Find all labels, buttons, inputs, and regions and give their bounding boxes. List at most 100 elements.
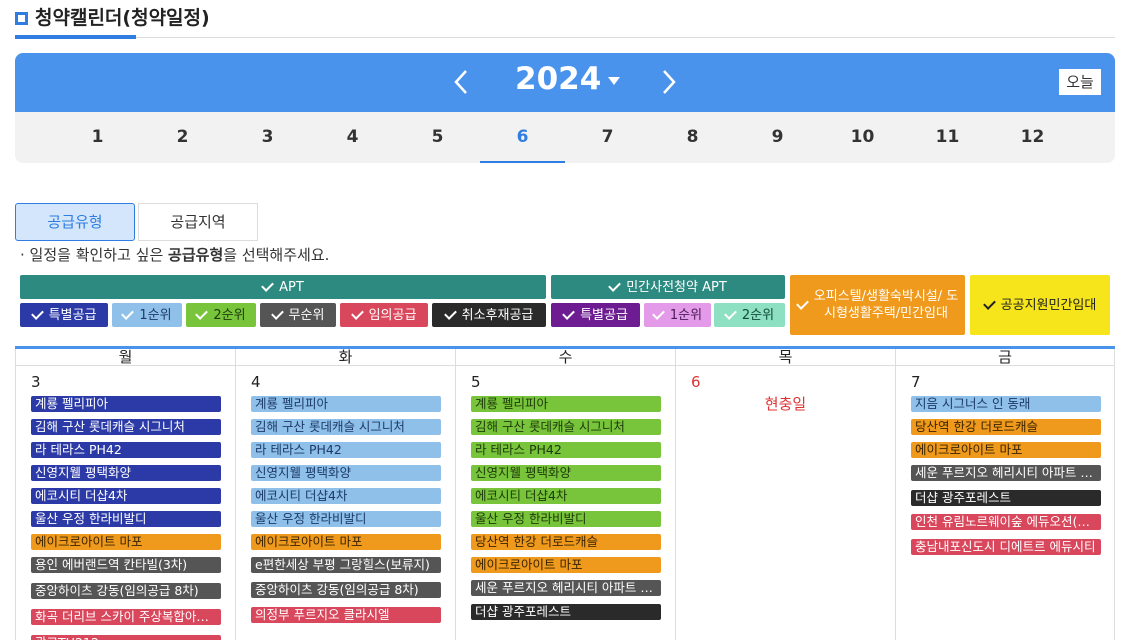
filter-apt-cancel[interactable]: 취소후재공급 <box>432 303 546 327</box>
schedule-item[interactable]: 더샵 광주포레스트 <box>471 604 661 620</box>
schedule-item[interactable]: 울산 우정 한라비발디 <box>31 511 221 527</box>
schedule-item[interactable]: 에이크로아이트 마포 <box>471 557 661 573</box>
schedule-item[interactable]: 계룡 펠리피아 <box>31 396 221 412</box>
day-column: 수 5 계룡 펠리피아김해 구산 롯데캐슬 시그니처라 테라스 PH42 신영지웰 평… <box>455 349 675 640</box>
schedule-item[interactable]: 라 테라스 PH42 <box>251 442 441 458</box>
schedule-item[interactable]: 광교TH212 <box>31 635 221 640</box>
filter-presale-special[interactable]: 특별공급 <box>551 303 640 327</box>
schedule-item[interactable]: 의정부 푸르지오 클라시엘 <box>251 607 441 623</box>
schedule-item[interactable]: 신영지웰 평택화양 <box>31 465 221 481</box>
day-number: 5 <box>471 373 481 391</box>
weekday-label: 월 <box>16 349 235 366</box>
schedule-item[interactable]: 라 테라스 PH42 <box>31 442 221 458</box>
schedule-item[interactable]: 세운 푸르지오 헤리시티 아파트 무순위 <box>471 580 661 596</box>
day-column: 목 6 현충일 <box>675 349 895 640</box>
check-icon <box>30 306 44 320</box>
schedule-item[interactable]: 중앙하이츠 강동(임의공급 8차) <box>251 582 441 598</box>
title-underline <box>15 35 136 39</box>
schedule-item[interactable]: 라 테라스 PH42 <box>471 442 661 458</box>
filter-apt-arbitrary[interactable]: 임의공급 <box>340 303 428 327</box>
schedule-item[interactable]: 중앙하이츠 강동(임의공급 8차) <box>31 583 221 599</box>
check-icon <box>195 306 209 320</box>
check-icon <box>443 306 457 320</box>
schedule-item[interactable]: 충남내포신도시 디에트르 에듀시티 <box>911 538 1101 555</box>
check-icon <box>261 278 275 292</box>
month-tab-11[interactable]: 11 <box>905 112 990 163</box>
month-tab-10[interactable]: 10 <box>820 112 905 163</box>
filter-presale-apt[interactable]: 민간사전청약 APT <box>551 275 785 299</box>
check-icon <box>724 306 737 320</box>
schedule-item[interactable]: 신영지웰 평택화양 <box>471 465 661 481</box>
caret-down-icon[interactable] <box>608 77 620 85</box>
day-column: 월 3 계룡 펠리피아 김해 구산 롯데캐슬 시그니처 라 테라스 PH42 신영지웰 평… <box>15 349 235 640</box>
weekday-label: 수 <box>456 349 675 366</box>
day-column: 화 4 계룡 펠리피아김해 구산 롯데캐슬 시그니처라 테라스 PH42 신영지웰 평… <box>235 349 455 640</box>
month-tab-3[interactable]: 3 <box>225 112 310 163</box>
schedule-item[interactable]: 인천 유림노르웨이숲 에듀오션(임의공급) <box>911 514 1101 530</box>
schedule-item[interactable]: 울산 우정 한라비발디 <box>471 511 661 527</box>
month-tab-5[interactable]: 5 <box>395 112 480 163</box>
tab-supply-region[interactable]: 공급지역 <box>138 203 258 241</box>
filter-presale-first[interactable]: 1순위 <box>644 303 711 327</box>
schedule-item[interactable]: 에이크로아이트 마포 <box>31 534 221 550</box>
month-tabs: 1 2 3 4 5 6 7 8 9 10 11 12 <box>15 112 1115 163</box>
schedule-item[interactable]: 에코시티 더샵4차 <box>251 488 441 504</box>
schedule-item[interactable]: e편한세상 부평 그랑힐스(보류지) <box>251 557 441 573</box>
day-number: 7 <box>911 373 921 391</box>
month-tab-7[interactable]: 7 <box>565 112 650 163</box>
check-icon <box>608 278 622 292</box>
day-column: 금 7 지음 시그너스 인 동래당산역 한강 더로드캐슬에이크로아이트 마포세운 푸… <box>895 349 1115 640</box>
next-year-icon[interactable] <box>654 67 684 97</box>
schedule-item[interactable]: 더샵 광주포레스트 <box>911 489 1101 506</box>
tab-supply-type[interactable]: 공급유형 <box>15 203 135 241</box>
page-title: 청약캘린더(청약일정) <box>35 7 210 29</box>
holiday-label: 현충일 <box>764 395 807 413</box>
schedule-item[interactable]: 화곡 더리브 스카이 주상복합아파트 <box>31 609 221 625</box>
title-square-icon <box>15 12 28 25</box>
month-tab-1[interactable]: 1 <box>55 112 140 163</box>
filter-apt-special[interactable]: 특별공급 <box>20 303 108 327</box>
filter-apt-unranked[interactable]: 무순위 <box>260 303 336 327</box>
filter-apt[interactable]: APT <box>20 275 546 299</box>
schedule-item[interactable]: 에코시티 더샵4차 <box>31 488 221 504</box>
schedule-item[interactable]: 김해 구산 롯데캐슬 시그니처 <box>471 419 661 435</box>
month-tab-6[interactable]: 6 <box>480 112 565 163</box>
month-tab-12[interactable]: 12 <box>990 112 1075 163</box>
day-number: 4 <box>251 373 261 391</box>
schedule-item[interactable]: 계룡 펠리피아 <box>251 396 441 412</box>
week-calendar-grid: 월 3 계룡 펠리피아 김해 구산 롯데캐슬 시그니처 라 테라스 PH42 신영지웰 평… <box>15 346 1115 640</box>
weekday-label: 금 <box>896 349 1114 366</box>
schedule-item[interactable]: 김해 구산 롯데캐슬 시그니처 <box>31 419 221 435</box>
check-icon <box>350 306 364 320</box>
month-tab-2[interactable]: 2 <box>140 112 225 163</box>
schedule-item[interactable]: 용인 에버랜드역 칸타빌(3차) <box>31 557 221 573</box>
month-tab-4[interactable]: 4 <box>310 112 395 163</box>
month-tab-8[interactable]: 8 <box>650 112 735 163</box>
month-tab-9[interactable]: 9 <box>735 112 820 163</box>
schedule-item[interactable]: 지음 시그너스 인 동래 <box>911 396 1101 412</box>
filter-officetel[interactable]: 오피스텔/생활숙박시설/ 도시형생활주택/민간임대 <box>790 275 965 335</box>
schedule-item[interactable]: 신영지웰 평택화양 <box>251 465 441 481</box>
schedule-item[interactable]: 울산 우정 한라비발디 <box>251 511 441 527</box>
guide-text: · 일정을 확인하고 싶은 공급유형을 선택해주세요. <box>20 246 330 264</box>
check-icon <box>795 296 809 310</box>
schedule-item[interactable]: 세운 푸르지오 헤리시티 아파트 무순위 <box>911 465 1101 481</box>
filter-apt-first[interactable]: 1순위 <box>112 303 182 327</box>
prev-year-icon[interactable] <box>446 67 476 97</box>
schedule-item[interactable]: 에코시티 더샵4차 <box>471 488 661 504</box>
weekday-label: 화 <box>236 349 455 366</box>
filter-presale-second[interactable]: 2순위 <box>714 303 785 327</box>
schedule-item[interactable]: 당산역 한강 더로드캐슬 <box>911 419 1101 435</box>
today-button[interactable]: 오늘 <box>1059 69 1101 95</box>
check-icon <box>652 306 665 320</box>
schedule-item[interactable]: 에이크로아이트 마포 <box>251 534 441 550</box>
filter-apt-second[interactable]: 2순위 <box>186 303 256 327</box>
filter-public-rental[interactable]: 공공지원민간임대 <box>970 275 1110 335</box>
year-selector[interactable]: 2024 <box>515 61 601 97</box>
schedule-item[interactable]: 당산역 한강 더로드캐슬 <box>471 534 661 550</box>
check-icon <box>562 306 575 320</box>
schedule-item[interactable]: 김해 구산 롯데캐슬 시그니처 <box>251 419 441 435</box>
page-title-bar: 청약캘린더(청약일정) <box>15 0 1115 39</box>
schedule-item[interactable]: 계룡 펠리피아 <box>471 396 661 412</box>
schedule-item[interactable]: 에이크로아이트 마포 <box>911 442 1101 458</box>
